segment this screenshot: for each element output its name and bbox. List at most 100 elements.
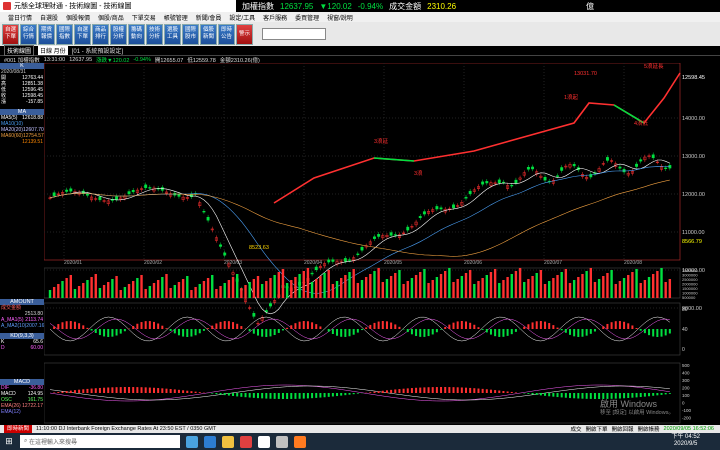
kd-osc-bar bbox=[618, 321, 621, 329]
menu-item[interactable]: 委買管理 bbox=[295, 13, 319, 22]
start-button[interactable]: ⊞ bbox=[0, 433, 18, 450]
volume-bar bbox=[90, 277, 93, 298]
macd-osc-bar bbox=[211, 393, 214, 394]
app-icon-taskbar[interactable] bbox=[258, 435, 270, 448]
kd-osc-bar bbox=[73, 321, 76, 329]
status-item[interactable]: 成交 bbox=[570, 425, 581, 433]
task-view-icon[interactable] bbox=[186, 435, 198, 448]
volume-bar bbox=[340, 278, 343, 298]
macd-osc-bar bbox=[306, 393, 309, 399]
kd-osc-bar bbox=[327, 329, 330, 332]
word-icon[interactable] bbox=[276, 435, 288, 448]
toolbar-button[interactable]: 國際 股市 bbox=[182, 23, 199, 45]
candle-body bbox=[98, 196, 102, 201]
candle-body bbox=[127, 191, 131, 195]
menu-item[interactable]: 個股/商品 bbox=[98, 13, 124, 22]
toolbar-button[interactable]: 籌碼 動向 bbox=[128, 23, 145, 45]
volume-bar bbox=[177, 282, 181, 298]
price-last-label: 12598.45 bbox=[682, 75, 705, 81]
ticker-unit: 億 bbox=[586, 1, 595, 11]
volume-bar bbox=[248, 282, 251, 298]
menu-item[interactable]: 帳號管理 bbox=[164, 13, 188, 22]
candle-body bbox=[514, 179, 518, 184]
volume-bar bbox=[577, 277, 580, 298]
kd-osc-bar bbox=[144, 321, 147, 329]
candle-body bbox=[618, 166, 622, 169]
volume-bar bbox=[535, 273, 538, 298]
kd-osc-bar bbox=[485, 329, 488, 333]
macd-tick: 300 bbox=[682, 378, 690, 383]
symbol-search-input[interactable] bbox=[262, 28, 326, 40]
toolbar-label: 分析 bbox=[148, 34, 160, 40]
period-select[interactable]: 日線 月份 bbox=[38, 46, 68, 55]
macd-osc-bar bbox=[623, 393, 626, 399]
kd-osc-bar bbox=[610, 322, 613, 329]
macd-tick: 400 bbox=[682, 371, 690, 376]
menu-item[interactable]: 視窗/說明 bbox=[327, 13, 353, 22]
toolbar-button[interactable]: 個股 新聞 bbox=[200, 23, 217, 45]
menu-item[interactable]: 當日行情 bbox=[8, 13, 32, 22]
menu-item[interactable]: 設定/工具 bbox=[229, 13, 255, 22]
volume-bar bbox=[639, 283, 642, 298]
volume-bar bbox=[410, 278, 414, 298]
menu-item[interactable]: 自選股 bbox=[40, 13, 58, 22]
macd-osc-bar bbox=[544, 393, 547, 396]
kd-osc-bar bbox=[381, 321, 384, 329]
macd-osc-bar bbox=[348, 393, 351, 395]
candle-body bbox=[206, 216, 210, 221]
macd-osc-bar bbox=[477, 388, 480, 393]
volume-bar bbox=[265, 281, 268, 298]
macd-osc-bar bbox=[573, 393, 576, 399]
kd-osc-bar bbox=[539, 321, 542, 329]
menu-item[interactable]: 下單交易 bbox=[132, 13, 156, 22]
price-chart-svg[interactable]: 14000.0013000.0012000.0011000.0010000.00… bbox=[43, 62, 720, 425]
kd-osc-bar bbox=[593, 329, 596, 332]
taskbar-search-input[interactable]: ⌕ 在這裡輸入來搜尋 bbox=[20, 435, 180, 448]
toolbar-button[interactable]: 即時 公告 bbox=[218, 23, 235, 45]
candle-body bbox=[635, 163, 639, 167]
template-label[interactable]: [01 - 系統預設設定] bbox=[72, 46, 123, 55]
macd-osc-bar bbox=[369, 392, 372, 393]
status-datetime: 2020/09/05 16:52:06 bbox=[663, 426, 714, 432]
news-ticker[interactable]: 11:10:00 DJ Interbank Foreign Exchange R… bbox=[36, 426, 216, 432]
toolbar-button[interactable]: 期貨 報價 bbox=[38, 23, 55, 45]
status-item[interactable]: 開啟下單 bbox=[585, 425, 607, 433]
toolbar-button[interactable]: 綜合 行情 bbox=[20, 23, 37, 45]
menu-item[interactable]: 新聞/會員 bbox=[196, 13, 222, 22]
volume-bar bbox=[668, 279, 672, 298]
chrome-icon[interactable] bbox=[240, 435, 252, 448]
kd-osc-bar bbox=[481, 329, 484, 330]
candle-body bbox=[85, 193, 89, 196]
kd-osc-bar bbox=[548, 323, 551, 329]
file-explorer-icon[interactable] bbox=[222, 435, 234, 448]
macd-osc-bar bbox=[398, 389, 401, 393]
toolbar-button[interactable]: 國際 指數 bbox=[56, 23, 73, 45]
volume-bar bbox=[290, 280, 293, 298]
taskbar-clock[interactable]: 下午 04:52 2020/9/5 bbox=[671, 434, 700, 448]
ticker-vol: 2310.26 bbox=[427, 1, 457, 11]
menu-item[interactable]: 客戶服務 bbox=[263, 13, 287, 22]
macd-osc-bar bbox=[614, 393, 617, 399]
news-label[interactable]: 即時新聞 bbox=[4, 425, 33, 433]
status-item[interactable]: 開啟帳務 bbox=[638, 425, 660, 433]
menu-item[interactable]: 個股報價 bbox=[66, 13, 90, 22]
chart-tab[interactable]: 技術線圖 bbox=[4, 45, 35, 56]
status-item[interactable]: 開啟回報 bbox=[612, 425, 634, 433]
chart-area[interactable]: 14000.00 13000.00 12000.00 11000.00 10000.00… bbox=[43, 62, 720, 425]
toolbar-button[interactable]: 選股 工具 bbox=[164, 23, 181, 45]
macd-osc-bar bbox=[69, 390, 72, 393]
volume-bar bbox=[531, 276, 534, 298]
alert-button[interactable]: 警示 bbox=[236, 23, 253, 45]
toolbar-button[interactable]: 技術 分析 bbox=[146, 23, 163, 45]
edge-icon[interactable] bbox=[204, 435, 216, 448]
macd-osc-bar bbox=[148, 387, 151, 393]
volume-bar bbox=[352, 269, 355, 298]
toolbar-button[interactable]: 自選 下單 bbox=[74, 23, 91, 45]
toolbar-button[interactable]: 自選 下單 bbox=[2, 23, 19, 45]
toolbar-label: 股權 bbox=[112, 27, 124, 33]
trading-app-icon[interactable] bbox=[294, 435, 306, 448]
toolbar-button[interactable]: 商品 排行 bbox=[92, 23, 109, 45]
macd-osc-bar bbox=[465, 387, 467, 393]
macd-osc-bar bbox=[498, 390, 501, 393]
toolbar-button[interactable]: 股權 分析 bbox=[110, 23, 127, 45]
